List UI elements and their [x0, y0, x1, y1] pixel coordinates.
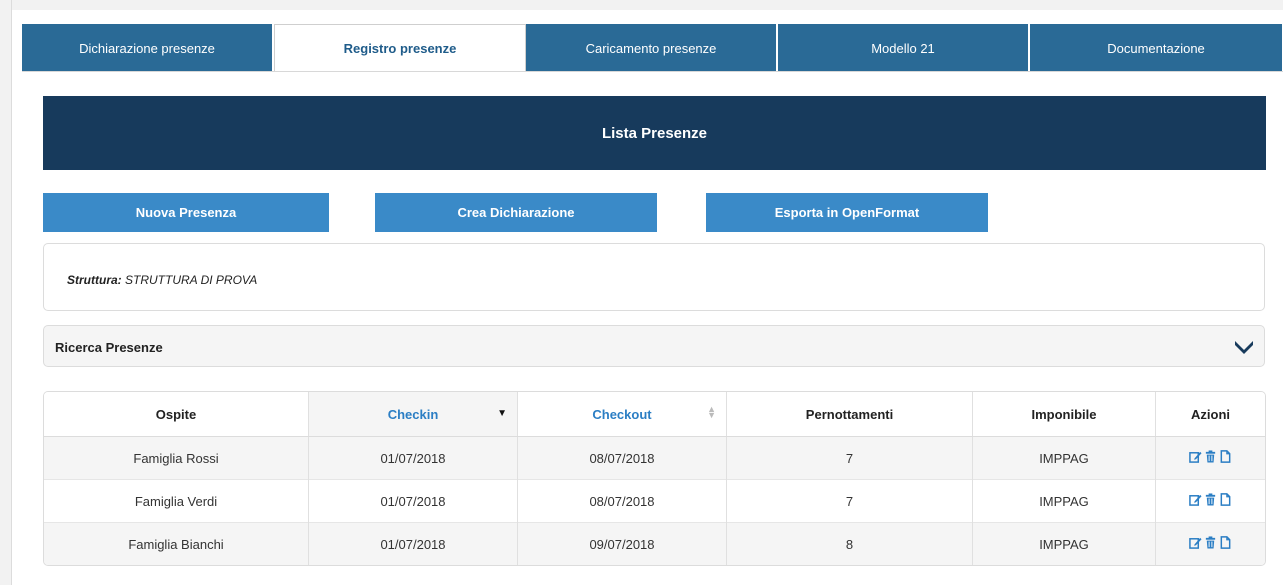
cell-checkout: 09/07/2018 — [517, 522, 727, 565]
nuova-presenza-button[interactable]: Nuova Presenza — [43, 193, 329, 232]
tab-caricamento-presenze[interactable]: Caricamento presenze — [526, 24, 778, 72]
cell-checkout: 08/07/2018 — [517, 436, 727, 480]
cell-pernottamenti: 8 — [726, 522, 973, 565]
cell-checkout: 08/07/2018 — [517, 479, 727, 523]
tab-registro-presenze[interactable]: Registro presenze — [274, 24, 526, 72]
edit-icon[interactable] — [1189, 536, 1202, 549]
trash-icon[interactable] — [1204, 536, 1217, 549]
tab-divider — [22, 71, 1283, 72]
col-header-imponibile: Imponibile — [972, 392, 1156, 437]
table-row: Famiglia Rossi 01/07/2018 08/07/2018 7 I… — [44, 436, 1265, 480]
struttura-label: Struttura: — [67, 273, 122, 287]
page-title: Lista Presenze — [43, 96, 1266, 170]
cell-checkin: 01/07/2018 — [308, 522, 518, 565]
tab-modello-21[interactable]: Modello 21 — [778, 24, 1030, 72]
esporta-openformat-button[interactable]: Esporta in OpenFormat — [706, 193, 988, 232]
cell-imponibile: IMPPAG — [972, 479, 1156, 523]
document-icon[interactable] — [1219, 536, 1232, 549]
cell-ospite: Famiglia Rossi — [44, 436, 309, 480]
sort-desc-icon: ▼ — [497, 408, 507, 419]
edit-icon[interactable] — [1189, 450, 1202, 463]
col-header-checkin-label: Checkin — [387, 406, 439, 422]
document-icon[interactable] — [1219, 450, 1232, 463]
cell-azioni — [1155, 436, 1265, 480]
table-header-row: Ospite Checkin ▼ Checkout ▲ ▼ Pernottamen… — [44, 392, 1265, 437]
cell-imponibile: IMPPAG — [972, 522, 1156, 565]
presenze-table: Ospite Checkin ▼ Checkout ▲ ▼ Pernottamen… — [43, 391, 1266, 566]
cell-checkin: 01/07/2018 — [308, 436, 518, 480]
struttura-value: STRUTTURA DI PROVA — [125, 273, 258, 287]
col-header-azioni: Azioni — [1155, 392, 1265, 437]
cell-pernottamenti: 7 — [726, 436, 973, 480]
cell-imponibile: IMPPAG — [972, 436, 1156, 480]
col-header-checkout-label: Checkout — [592, 406, 652, 422]
col-header-ospite: Ospite — [44, 392, 309, 437]
cell-ospite: Famiglia Bianchi — [44, 522, 309, 565]
col-header-checkout[interactable]: Checkout ▲ ▼ — [517, 392, 727, 437]
trash-icon[interactable] — [1204, 450, 1217, 463]
struttura-panel: Struttura: STRUTTURA DI PROVA — [43, 243, 1265, 311]
struttura-info: Struttura: STRUTTURA DI PROVA — [67, 273, 257, 287]
cell-azioni — [1155, 522, 1265, 565]
cell-pernottamenti: 7 — [726, 479, 973, 523]
edit-icon[interactable] — [1189, 493, 1202, 506]
document-icon[interactable] — [1219, 493, 1232, 506]
sort-both-icon: ▲ ▼ — [707, 404, 716, 420]
cell-azioni — [1155, 479, 1265, 523]
tab-dichiarazione-presenze[interactable]: Dichiarazione presenze — [22, 24, 274, 72]
ricerca-presenze-toggle[interactable]: Ricerca Presenze — [43, 325, 1265, 367]
tab-documentazione[interactable]: Documentazione — [1030, 24, 1282, 72]
tab-bar: Dichiarazione presenze Registro presenze… — [22, 24, 1283, 72]
cell-checkin: 01/07/2018 — [308, 479, 518, 523]
window-top-border — [0, 0, 1283, 10]
cell-ospite: Famiglia Verdi — [44, 479, 309, 523]
ricerca-title: Ricerca Presenze — [55, 340, 163, 355]
col-header-checkin[interactable]: Checkin ▼ — [308, 392, 518, 437]
crea-dichiarazione-button[interactable]: Crea Dichiarazione — [375, 193, 657, 232]
table-row: Famiglia Verdi 01/07/2018 08/07/2018 7 I… — [44, 479, 1265, 523]
window-left-border — [0, 0, 12, 585]
col-header-pernottamenti: Pernottamenti — [726, 392, 973, 437]
table-row: Famiglia Bianchi 01/07/2018 09/07/2018 8… — [44, 522, 1265, 565]
trash-icon[interactable] — [1204, 493, 1217, 506]
chevron-down-icon[interactable] — [1234, 336, 1254, 356]
